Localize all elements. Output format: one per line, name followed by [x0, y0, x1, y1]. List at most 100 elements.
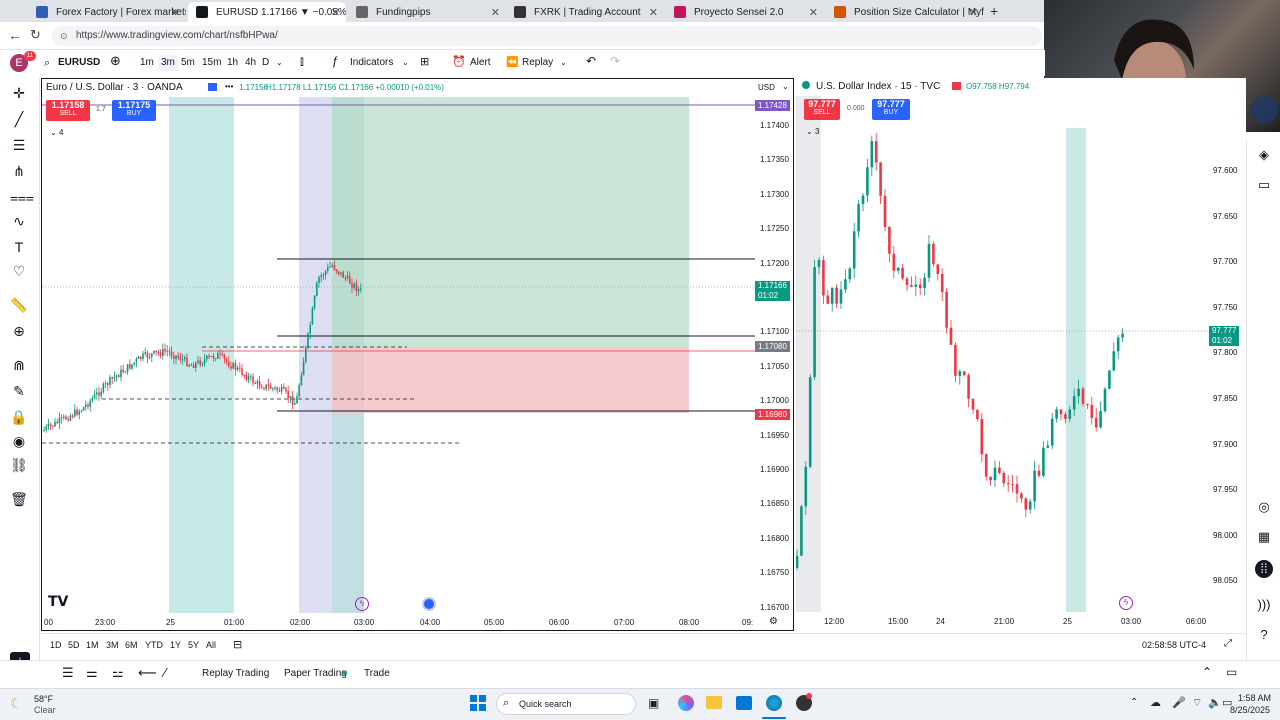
- chevron-down-icon[interactable]: ⌄: [560, 55, 567, 71]
- close-icon[interactable]: ✕: [649, 6, 658, 19]
- panel-pen-icon[interactable]: ⁄: [164, 665, 166, 680]
- task-view-icon[interactable]: ▣: [648, 696, 659, 710]
- chat-icon[interactable]: ▭: [1255, 176, 1273, 194]
- close-icon[interactable]: ✕: [809, 6, 818, 19]
- trash-icon[interactable]: 🗑: [10, 490, 28, 508]
- close-icon[interactable]: ✕: [171, 6, 180, 19]
- crosshair-icon[interactable]: ✛: [10, 84, 28, 102]
- zoom-in-icon[interactable]: ⊕: [10, 322, 28, 340]
- fullscreen-icon[interactable]: ⤢: [1224, 638, 1232, 649]
- edge-browser-icon[interactable]: [766, 695, 782, 711]
- tray-chevron-up-icon[interactable]: ⌃: [1130, 697, 1138, 708]
- range-3m[interactable]: 3M: [106, 640, 119, 650]
- range-5d[interactable]: 5D: [68, 640, 80, 650]
- calendar-icon[interactable]: ▦: [1255, 528, 1273, 546]
- brush-icon[interactable]: ∿: [10, 212, 28, 230]
- new-tab-button[interactable]: +: [990, 3, 998, 19]
- flag-icon[interactable]: [208, 83, 217, 91]
- dxy-buy-button[interactable]: 97.777 BUY: [872, 99, 910, 120]
- range-6m[interactable]: 6M: [125, 640, 138, 650]
- eye-icon[interactable]: ◉: [10, 432, 28, 450]
- copilot-icon[interactable]: [678, 695, 694, 711]
- dxy-chart-pane[interactable]: U.S. Dollar Index · 15 · TVC O97.758 H97…: [796, 78, 1246, 631]
- site-info-icon[interactable]: ⊙: [60, 26, 68, 46]
- flag-icon[interactable]: [952, 82, 961, 90]
- event-lightning-icon[interactable]: ϟ: [1119, 596, 1133, 610]
- target-icon[interactable]: ◎: [1255, 498, 1273, 516]
- magnet-icon[interactable]: ⋒: [10, 356, 28, 374]
- close-icon[interactable]: ✕: [969, 6, 978, 19]
- interval-3m[interactable]: 3m: [158, 55, 178, 71]
- link-icon[interactable]: ⛓: [10, 456, 28, 474]
- close-icon[interactable]: ✕: [331, 6, 340, 19]
- taskbar-time[interactable]: 1:58 AM: [1238, 693, 1271, 703]
- indicators-button[interactable]: Indicators: [350, 55, 393, 71]
- wifi-icon[interactable]: ⌔: [1192, 696, 1202, 710]
- range-ytd[interactable]: YTD: [145, 640, 163, 650]
- utc-clock[interactable]: 02:58:58 UTC-4: [1142, 640, 1206, 650]
- lock-icon[interactable]: 🔒: [10, 408, 28, 426]
- interval-d[interactable]: D: [262, 55, 269, 71]
- microphone-icon[interactable]: 🎤: [1172, 696, 1186, 709]
- heart-icon[interactable]: ♡: [10, 262, 28, 280]
- dxy-chart-canvas[interactable]: [796, 78, 1246, 631]
- chevron-down-icon[interactable]: ⌄: [402, 55, 409, 71]
- eurusd-title[interactable]: Euro / U.S. Dollar · 3 · OANDA: [46, 82, 183, 93]
- maximize-panel-icon[interactable]: ▭: [1226, 665, 1237, 679]
- tab-trade[interactable]: Trade: [364, 668, 390, 679]
- layers-icon[interactable]: ◈: [1255, 146, 1273, 164]
- trend-line-icon[interactable]: ╱: [10, 110, 28, 128]
- chevron-down-icon[interactable]: ⌄: [782, 82, 789, 91]
- eurusd-chart-pane[interactable]: Euro / U.S. Dollar · 3 · OANDA ••• 1.171…: [41, 78, 794, 631]
- close-icon[interactable]: ✕: [491, 6, 500, 19]
- range-all[interactable]: All: [206, 640, 216, 650]
- range-1y[interactable]: 1Y: [170, 640, 181, 650]
- eurusd-chart-canvas[interactable]: [42, 79, 794, 631]
- taskbar-date[interactable]: 8/25/2025: [1230, 705, 1270, 715]
- weather-temp[interactable]: 58°F: [34, 694, 53, 704]
- buy-button[interactable]: 1.17175 BUY: [112, 100, 156, 121]
- ruler-icon[interactable]: 📏: [10, 296, 28, 314]
- browser-tab-tradingview[interactable]: EURUSD 1.17166 ▼ −0.05% se ✕: [188, 2, 346, 22]
- replay-button[interactable]: Replay: [522, 55, 553, 71]
- volume-icon[interactable]: 🔈: [1208, 696, 1222, 709]
- range-5y[interactable]: 5Y: [188, 640, 199, 650]
- currency-label[interactable]: USD: [758, 83, 775, 92]
- chart-settings-gear-icon[interactable]: ⚙: [769, 616, 778, 627]
- tradingview-logo-icon[interactable]: 𝗧𝗩: [48, 593, 68, 610]
- sell-button[interactable]: 1.17158 SELL: [46, 100, 90, 121]
- broadcast-icon[interactable]: ))): [1255, 596, 1273, 614]
- undo-icon[interactable]: ↶: [586, 53, 596, 69]
- browser-tab-fxrk[interactable]: FXRK | Trading Account ✕: [506, 2, 664, 22]
- panel-list-icon[interactable]: ☰: [62, 665, 74, 681]
- tab-replay-trading[interactable]: Replay Trading: [202, 668, 269, 679]
- collapse-indicators-toggle[interactable]: ⌄ 3: [806, 127, 819, 136]
- symbol-search-button[interactable]: EURUSD: [58, 55, 100, 71]
- event-news-icon[interactable]: [422, 597, 436, 611]
- cloud-icon[interactable]: ☁: [1150, 696, 1161, 709]
- dxy-sell-button[interactable]: 97.777 SELL: [804, 99, 840, 120]
- panel-strategy-icon[interactable]: ⚍: [112, 665, 124, 681]
- interval-1h[interactable]: 1h: [227, 55, 238, 71]
- search-icon[interactable]: ⌕: [44, 55, 50, 71]
- horizontal-lines-icon[interactable]: ☰: [10, 136, 28, 154]
- interval-1m[interactable]: 1m: [140, 55, 154, 71]
- browser-tab-sensei[interactable]: Proyecto Sensei 2.0 ✕: [666, 2, 824, 22]
- range-1d[interactable]: 1D: [50, 640, 62, 650]
- url-input[interactable]: ⊙ https://www.tradingview.com/chart/nsfb…: [52, 26, 1042, 46]
- layout-grid-icon[interactable]: ⊞: [420, 54, 429, 70]
- store-icon[interactable]: [736, 696, 752, 710]
- file-explorer-icon[interactable]: [706, 696, 722, 709]
- panel-filter-icon[interactable]: ⚌: [86, 665, 98, 681]
- tab-paper-trading[interactable]: Paper Trading: [284, 668, 347, 679]
- range-1m[interactable]: 1M: [86, 640, 99, 650]
- browser-tab-fundingpips[interactable]: Fundingpips ✕: [348, 2, 506, 22]
- interval-5m[interactable]: 5m: [181, 55, 195, 71]
- interval-4h[interactable]: 4h: [245, 55, 256, 71]
- browser-tab-forexfactory[interactable]: Forex Factory | Forex markets for ✕: [28, 2, 186, 22]
- panel-minus-icon[interactable]: ⟵: [138, 665, 157, 681]
- compare-symbol-plus-icon[interactable]: ⊕: [110, 53, 121, 69]
- goto-date-icon[interactable]: ⊟: [233, 638, 242, 651]
- interval-15m[interactable]: 15m: [202, 55, 221, 71]
- apps-grid-icon[interactable]: ⁞⁞: [1255, 560, 1273, 578]
